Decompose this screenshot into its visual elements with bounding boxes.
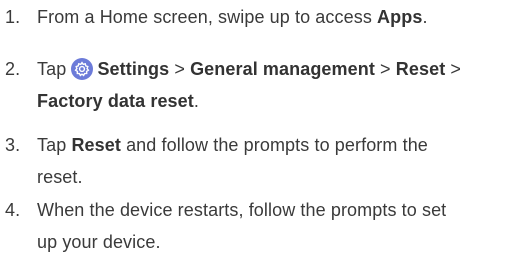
step-number: 2. [5,59,21,79]
instruction-steps: 1. From a Home screen, swipe up to acces… [0,0,524,252]
step-line: Tap Reset and follow the prompts to perf… [37,129,524,161]
step-text-plain: . [193,91,199,111]
factory-data-reset-label: Factory data reset [37,91,194,111]
step-number: 1. [5,7,21,27]
step-text: When the device restarts, follow the pro… [37,194,524,258]
step-line: When the device restarts, follow the pro… [37,200,447,220]
reset-label: Reset [71,135,121,155]
step-text: Tap Settings > General management > Rese… [37,53,524,117]
step-text-plain: Tap [37,59,72,79]
step-text-plain: Tap [37,135,72,155]
step-line: From a Home screen, swipe up to access A… [37,1,524,33]
step-text-plain: . [422,7,428,27]
separator: > [169,59,191,79]
general-management-label: General management [190,59,375,79]
step-text-plain: and follow the prompts to perform the [120,135,428,155]
settings-gear-icon [71,58,94,80]
step-text: From a Home screen, swipe up to access A… [37,1,524,33]
step-line: Factory data reset. [37,85,524,117]
step-line: reset. [37,167,83,187]
step-number: 3. [5,135,21,155]
step-line: Tap Settings > General management > Rese… [37,53,524,85]
separator: > [445,59,462,79]
step-line: up your device. [37,232,161,252]
reset-label: Reset [395,59,446,79]
separator: > [374,59,396,79]
step-number: 4. [5,200,21,220]
settings-label: Settings [97,59,170,79]
step-text: Tap Reset and follow the prompts to perf… [37,129,524,193]
apps-label: Apps [377,7,423,27]
step-text-plain: From a Home screen, swipe up to access [37,7,378,27]
